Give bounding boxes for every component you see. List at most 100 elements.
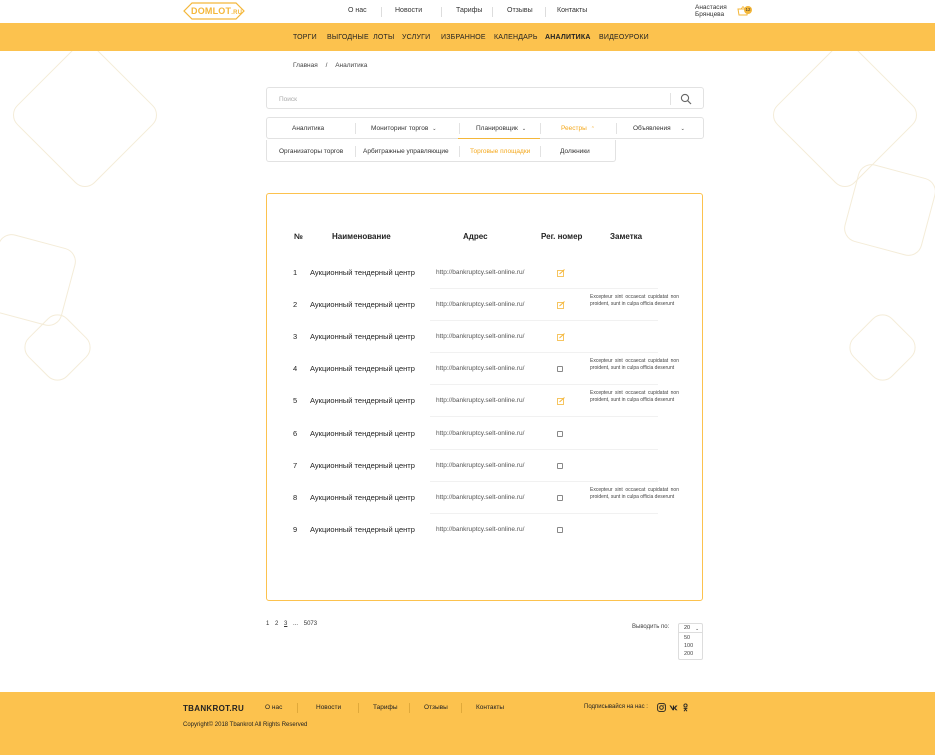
- subtab-trading-platforms[interactable]: Торговые площадки: [470, 148, 530, 155]
- odnoklassniki-icon[interactable]: [681, 703, 690, 712]
- row-address-link[interactable]: http://bankruptcy.selt-online.ru/: [436, 462, 524, 469]
- menu-item-video[interactable]: ВИДЕОУРОКИ: [599, 34, 649, 41]
- subtab-arbitration-managers[interactable]: Арбитражные управляющие: [363, 148, 449, 155]
- tab-monitoring-label: Мониторинг торгов: [371, 125, 429, 132]
- per-page-selected[interactable]: 20 ⌄: [679, 624, 702, 633]
- tab-monitoring[interactable]: Мониторинг торгов ⌄: [371, 125, 437, 132]
- menu-item-auctions[interactable]: ТОРГИ: [293, 34, 317, 41]
- top-nav-about[interactable]: О нас: [348, 7, 367, 14]
- top-nav: О нас Новости Тарифы Отзывы Контакты: [0, 7, 935, 17]
- row-name[interactable]: Аукционный тендерный центр: [310, 332, 415, 341]
- top-nav-news[interactable]: Новости: [395, 7, 422, 14]
- search-icon[interactable]: [680, 93, 692, 105]
- per-page-select[interactable]: 20 ⌄ 50 100 200: [678, 623, 703, 660]
- row-note: Excepteur sint occaecat cupidatat non pr…: [590, 358, 679, 372]
- menu-item-favorites[interactable]: ИЗБРАННОЕ: [441, 34, 486, 41]
- row-address-link[interactable]: http://bankruptcy.selt-online.ru/: [436, 333, 524, 340]
- tab-registries[interactable]: Реестры ⌃: [561, 125, 595, 132]
- tab-analytics[interactable]: Аналитика: [292, 125, 324, 132]
- menu-item-services[interactable]: УСЛУГИ: [402, 34, 430, 41]
- footer-link-about[interactable]: О нас: [265, 704, 282, 711]
- row-name[interactable]: Аукционный тендерный центр: [310, 300, 415, 309]
- subtab-divider: [459, 146, 460, 157]
- per-page-option[interactable]: 50: [684, 635, 690, 641]
- search-divider: [670, 93, 671, 105]
- tab-announcements-label: Объявления: [633, 125, 671, 132]
- row-divider: [430, 448, 658, 450]
- row-number: 2: [293, 300, 298, 310]
- tab-planner[interactable]: Планировщик ⌄: [476, 125, 526, 132]
- search-input[interactable]: [279, 93, 659, 105]
- row-checkbox[interactable]: [557, 494, 563, 501]
- chevron-down-icon: ⌄: [432, 126, 437, 132]
- footer-link-reviews[interactable]: Отзывы: [424, 704, 448, 711]
- row-name[interactable]: Аукционный тендерный центр: [310, 493, 415, 502]
- subtab-divider: [540, 146, 541, 157]
- row-address-link[interactable]: http://bankruptcy.selt-online.ru/: [436, 494, 524, 501]
- row-address-link[interactable]: http://bankruptcy.selt-online.ru/: [436, 269, 524, 276]
- row-divider: [430, 288, 658, 289]
- row-address-link[interactable]: http://bankruptcy.selt-online.ru/: [436, 365, 524, 372]
- tab-announcements[interactable]: Объявления ⌄: [633, 125, 685, 132]
- edit-checkbox-icon[interactable]: [557, 269, 565, 277]
- subtab-debtors[interactable]: Должники: [560, 148, 590, 155]
- top-nav-contacts[interactable]: Контакты: [557, 7, 587, 14]
- top-nav-tariffs[interactable]: Тарифы: [456, 7, 482, 14]
- tab-divider: [355, 123, 356, 134]
- row-address-link[interactable]: http://bankruptcy.selt-online.ru/: [436, 430, 524, 437]
- row-divider: [430, 512, 658, 514]
- row-address-link[interactable]: http://bankruptcy.selt-online.ru/: [436, 526, 524, 533]
- row-name[interactable]: Аукционный тендерный центр: [310, 268, 415, 277]
- footer-link-news[interactable]: Новости: [316, 704, 341, 711]
- row-name[interactable]: Аукционный тендерный центр: [310, 525, 415, 534]
- column-header-reg-number: Рег. номер: [541, 232, 583, 241]
- edit-checkbox-icon[interactable]: [557, 301, 565, 309]
- menu-item-calendar[interactable]: КАЛЕНДАРЬ: [494, 34, 538, 41]
- tab-registries-label: Реестры: [561, 125, 587, 132]
- subtab-divider: [355, 146, 356, 157]
- breadcrumb-home[interactable]: Главная: [293, 62, 318, 69]
- breadcrumb: Главная / Аналитика: [293, 62, 373, 69]
- user-name[interactable]: Анастасия Брянцева: [695, 4, 727, 18]
- page-link[interactable]: 1: [266, 621, 269, 627]
- row-address-link[interactable]: http://bankruptcy.selt-online.ru/: [436, 301, 524, 308]
- per-page-option[interactable]: 200: [684, 651, 693, 657]
- row-number: 5: [293, 396, 298, 406]
- row-address-link[interactable]: http://bankruptcy.selt-online.ru/: [436, 397, 524, 404]
- column-header-address: Адрес: [463, 232, 488, 241]
- vk-icon[interactable]: [669, 703, 678, 712]
- row-name[interactable]: Аукционный тендерный центр: [310, 364, 415, 373]
- row-checkbox[interactable]: [557, 430, 563, 437]
- menu-item-lots[interactable]: ВЫГОДНЫЕ ЛОТЫ: [327, 34, 394, 41]
- background-decoration: [767, 37, 923, 193]
- footer-link-tariffs[interactable]: Тарифы: [373, 704, 398, 711]
- tab-divider: [540, 123, 541, 134]
- page-link-current[interactable]: 3: [284, 621, 287, 627]
- top-nav-reviews[interactable]: Отзывы: [507, 7, 533, 14]
- row-number: 4: [293, 364, 298, 374]
- edit-checkbox-icon[interactable]: [557, 397, 565, 406]
- footer-link-contacts[interactable]: Контакты: [476, 704, 504, 711]
- row-checkbox[interactable]: [557, 366, 563, 373]
- per-page-option[interactable]: 100: [684, 643, 693, 649]
- row-checkbox[interactable]: [557, 462, 563, 469]
- row-name[interactable]: Аукционный тендерный центр: [310, 461, 415, 470]
- row-name[interactable]: Аукционный тендерный центр: [310, 396, 415, 405]
- row-divider: [430, 384, 658, 386]
- row-checkbox[interactable]: [557, 526, 563, 533]
- row-number: 3: [293, 332, 298, 342]
- footer-brand[interactable]: TBANKROT.RU: [183, 704, 244, 713]
- row-name[interactable]: Аукционный тендерный центр: [310, 429, 415, 438]
- chevron-up-icon: ⌃: [590, 126, 595, 132]
- chevron-down-icon: ⌄: [680, 126, 685, 132]
- user-first-name: Анастасия: [695, 4, 727, 11]
- main-menu: ТОРГИ ВЫГОДНЫЕ ЛОТЫ УСЛУГИ ИЗБРАННОЕ КАЛ…: [0, 23, 935, 51]
- row-number: 6: [293, 428, 298, 438]
- edit-checkbox-icon[interactable]: [557, 333, 565, 342]
- menu-item-analytics[interactable]: АНАЛИТИКА: [545, 34, 591, 41]
- page-link[interactable]: 2: [275, 621, 278, 627]
- subtab-organizers[interactable]: Организаторы торгов: [279, 148, 343, 155]
- per-page-value: 20: [684, 625, 691, 631]
- instagram-icon[interactable]: [657, 703, 666, 712]
- page-link-last[interactable]: 5073: [304, 621, 317, 627]
